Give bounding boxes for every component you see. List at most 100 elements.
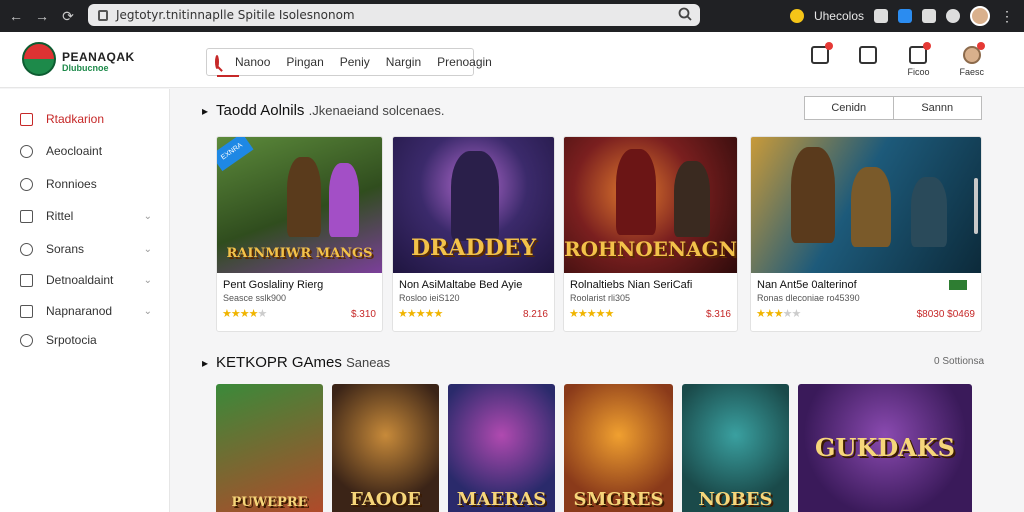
search-tab[interactable]: Pingan [286, 55, 323, 69]
game-art: DRADDEY [393, 137, 554, 273]
card-meta: Ronas dleconiae ro45390 [757, 293, 860, 303]
filter-button[interactable]: Sannn [894, 97, 982, 119]
card-meta: Roolarist rli305 [570, 293, 631, 303]
filter-button[interactable]: Cenidn [805, 97, 894, 119]
bookmark-icon [859, 46, 878, 64]
game-tile[interactable]: SMGRES [564, 384, 673, 512]
search-tab[interactable]: Nanoo [235, 55, 270, 69]
sidebar-item-label: Srpotocia [46, 333, 97, 347]
game-art: RAINMIWR MANGS EXNRA [217, 137, 382, 273]
search-bar[interactable]: Nanoo Pingan Peniy Nargin Prenoagin [206, 48, 492, 77]
profile-avatar[interactable] [970, 6, 990, 26]
search-tab[interactable]: Prenoagin [437, 55, 492, 69]
sidebar-item-label: Napnaranod [46, 304, 113, 318]
account-button[interactable]: Ficoo [907, 42, 932, 77]
square-icon [20, 304, 33, 318]
coin-icon[interactable] [789, 9, 804, 23]
site-header: PEANAQAK Dlubucnoe Nanoo Pingan Peniy Na… [0, 32, 1024, 88]
art-title: RAINMIWR MANGS [226, 246, 373, 261]
art-title: DRADDEY [410, 235, 537, 261]
game-card[interactable]: Nan Ant5e 0alterinof Ronas dleconiae ro4… [750, 136, 982, 332]
circle-icon [20, 144, 33, 158]
sidebar-item[interactable]: Sorans ⌄ [20, 239, 156, 259]
notification-icon [811, 42, 834, 64]
chevron-down-icon[interactable]: ⌄ [144, 211, 152, 222]
extension-blue-icon[interactable] [898, 9, 912, 23]
game-art [751, 137, 981, 273]
game-card[interactable]: RAINMIWR MANGS EXNRA Pent Goslaliny Rier… [216, 136, 383, 332]
card-title: Rolnaltiebs Nian SeriCafi [570, 279, 693, 291]
sidebar-item-label: Ronnioes [46, 177, 97, 191]
reload-icon[interactable]: ⟳ [60, 8, 76, 25]
logo-subtitle: Dlubucnoe [62, 63, 109, 73]
rating-stars: ★★★★★ [222, 308, 267, 320]
art-title: ROHNOENAGN [564, 237, 738, 261]
chevron-down-icon[interactable]: ⌄ [144, 306, 152, 317]
lock-icon [98, 9, 108, 21]
forward-icon[interactable]: → [34, 8, 50, 25]
caret-right-icon: ▸ [202, 104, 209, 118]
sidebar-item-label: Aeocloaint [46, 144, 103, 158]
url-text: Jegtotyr.tnitinnaplle Spitile Isolesnono… [116, 8, 355, 22]
card-price: $8030 $0469 [916, 309, 975, 320]
tile-title: SMGRES [573, 489, 664, 510]
address-bar[interactable]: Jegtotyr.tnitinnaplle Spitile Isolesnono… [88, 4, 700, 26]
rating-stars: ★★★★★ [756, 308, 801, 320]
game-tile[interactable]: GUKDAKS [798, 384, 972, 512]
section-title: ▸ Taodd Aolnils .Jkenaeiand solcenaes. [202, 102, 444, 119]
game-card[interactable]: DRADDEY Non AsiMaltabe Bed Ayie Rosloo i… [392, 136, 555, 332]
logo-title[interactable]: PEANAQAK [62, 50, 135, 64]
chevron-down-icon[interactable]: ⌄ [144, 244, 152, 255]
search-icon[interactable] [215, 55, 219, 69]
site-logo-icon[interactable] [22, 42, 56, 76]
game-tile[interactable]: PUWEPRE [216, 384, 323, 512]
search-tab[interactable]: Nargin [386, 55, 421, 69]
bookmark-button[interactable] [859, 46, 878, 77]
user-button[interactable]: Faesc [959, 42, 985, 77]
character-figure [911, 177, 947, 247]
tile-title: NOBES [698, 489, 773, 510]
extension-icon[interactable] [874, 9, 888, 23]
game-tile[interactable]: MAERAS [448, 384, 555, 512]
back-icon[interactable]: ← [8, 8, 24, 25]
profile-name[interactable]: Uhecolos [814, 9, 864, 23]
section-title-text: Taodd Aolnils [216, 102, 305, 119]
user-label: Faesc [959, 67, 984, 77]
circle-extension-icon[interactable] [946, 9, 960, 23]
tile-title: PUWEPRE [231, 495, 308, 510]
search-tab[interactable]: Peniy [340, 55, 370, 69]
sidebar-item[interactable]: Rtadkarion [20, 109, 156, 129]
chevron-down-icon[interactable]: ⌄ [144, 275, 152, 286]
game-card[interactable]: ROHNOENAGN Rolnaltiebs Nian SeriCafi Roo… [563, 136, 738, 332]
section-more-link[interactable]: 0 Sottionsa [934, 356, 984, 367]
search-icon[interactable] [678, 7, 692, 21]
sidebar-item[interactable]: Detnoaldaint ⌄ [20, 270, 156, 290]
browser-toolbar: ← → ⟳ Jegtotyr.tnitinnaplle Spitile Isol… [0, 0, 1024, 32]
game-tile[interactable]: FAOOE [332, 384, 439, 512]
filter-group: Cenidn Sannn [804, 96, 982, 120]
character-figure [791, 147, 835, 243]
sidebar-item-label: Rittel [46, 209, 74, 223]
card-price: 8.216 [522, 309, 548, 320]
character-figure [451, 151, 499, 241]
menu-dots-icon[interactable]: ⋮ [1000, 8, 1014, 25]
card-price: $.310 [350, 309, 376, 320]
notification-button[interactable] [811, 42, 834, 77]
scrollbar[interactable] [974, 178, 978, 234]
sidebar-item[interactable]: Aeocloaint [20, 141, 156, 161]
section-subtitle: .Jkenaeiand solcenaes. [308, 103, 445, 118]
sidebar-item[interactable]: Napnaranod ⌄ [20, 301, 156, 321]
ribbon-badge: EXNRA [217, 137, 254, 172]
game-tile[interactable]: NOBES [682, 384, 789, 512]
puzzle-icon[interactable] [922, 9, 936, 23]
sidebar-item[interactable]: Ronnioes [20, 174, 156, 194]
account-label: Ficoo [907, 67, 930, 77]
caret-right-icon: ▸ [202, 356, 209, 370]
sidebar-item-label: Sorans [46, 242, 85, 256]
card-title: Pent Goslaliny Rierg [223, 279, 324, 291]
person-icon [909, 42, 932, 64]
sidebar-item[interactable]: Rittel ⌄ [20, 206, 156, 226]
card-meta: Rosloo ieiS120 [399, 293, 460, 303]
sidebar-item[interactable]: Srpotocia [20, 330, 156, 350]
sidebar-item-label: Detnoaldaint [46, 273, 114, 287]
